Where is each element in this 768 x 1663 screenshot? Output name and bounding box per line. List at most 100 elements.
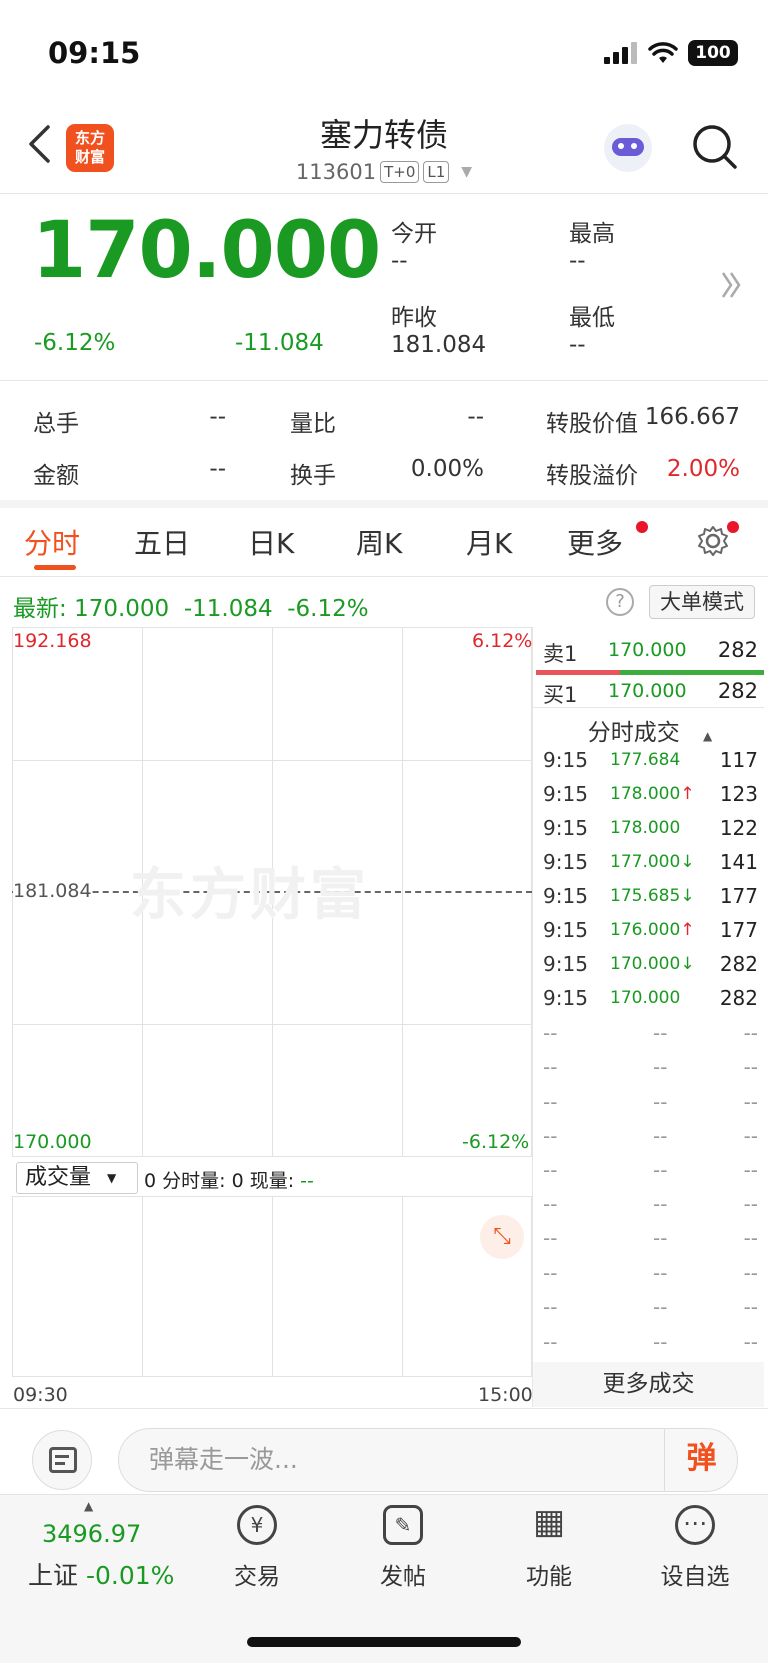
comment-list-icon[interactable] — [32, 1430, 92, 1490]
y-axis-top-pct: 6.12% — [472, 630, 533, 652]
tick-row-empty: -- -- -- — [543, 1090, 758, 1114]
index-name[interactable]: 上证 -0.01% — [28, 1556, 174, 1592]
tick-row: 9:15 177.000↓ 141 — [543, 850, 758, 874]
status-time: 09:15 — [48, 36, 141, 70]
status-icons: 100 — [604, 40, 738, 66]
trade-icon: ¥ — [237, 1505, 277, 1545]
dropdown-caret-icon: ▼ — [461, 164, 473, 180]
volume-info: 0 分时量: 0 现量: -- — [144, 1170, 314, 1192]
more-dots-icon: ⋯ — [675, 1505, 715, 1545]
tick-row: 9:15 176.000↑ 177 — [543, 918, 758, 942]
tick-row-empty: -- -- -- — [543, 1158, 758, 1182]
expand-quote-icon[interactable] — [720, 270, 742, 300]
active-tab-indicator — [34, 565, 76, 570]
high-label: 最高 — [569, 221, 615, 247]
tick-row-empty: -- -- -- — [543, 1295, 758, 1319]
amount-label: 金额 — [33, 463, 79, 489]
open-label: 今开 — [391, 221, 437, 247]
latest-quote-line: 最新: 170.000 -11.084 -6.12% — [13, 596, 369, 622]
y-axis-mid-label: 181.084 — [13, 880, 92, 902]
index-value[interactable]: 3496.97 — [42, 1520, 141, 1548]
conversion-premium-value: 2.00% — [666, 456, 740, 482]
robot-assistant-icon[interactable] — [604, 124, 652, 172]
prev-close-label: 昨收 — [391, 305, 437, 331]
bullet-comment-send-button[interactable]: 弹 — [664, 1428, 738, 1492]
tick-row: 9:15 175.685↓ 177 — [543, 884, 758, 908]
edit-post-icon: ✎ — [383, 1505, 423, 1545]
home-indicator — [247, 1637, 521, 1647]
prev-close-value: 181.084 — [391, 332, 487, 358]
dropdown-caret-icon: ▼ — [107, 1171, 117, 1185]
tick-row-empty: -- -- -- — [543, 1055, 758, 1079]
conversion-value-label: 转股价值 — [546, 411, 638, 437]
x-axis-end-label: 15:00 — [478, 1384, 533, 1406]
nav-add-watchlist[interactable]: ⋯ 设自选 — [640, 1505, 750, 1591]
tick-row-empty: -- -- -- — [543, 1261, 758, 1285]
y-axis-bottom-label: 170.000 — [13, 1131, 92, 1153]
tick-row-empty: -- -- -- — [543, 1192, 758, 1216]
change-amount: -11.084 — [235, 330, 324, 356]
amount-value: -- — [209, 456, 226, 482]
tab-five-day[interactable]: 五日 — [134, 522, 190, 562]
open-value: -- — [391, 248, 408, 274]
tick-row-empty: -- -- -- — [543, 1226, 758, 1250]
settings-gear-icon[interactable] — [696, 524, 730, 558]
tab-monthly-k[interactable]: 月K — [466, 522, 512, 562]
tab-more[interactable]: 更多 — [567, 522, 623, 562]
page-title: 塞力转债 — [319, 116, 448, 154]
bullet-comment-input[interactable]: 弹幕走一波... — [118, 1428, 738, 1492]
tick-row-empty: -- -- -- — [543, 1330, 758, 1354]
tick-row: 9:15 170.000 282 — [543, 986, 758, 1010]
tab-intraday[interactable]: 分时 — [24, 522, 80, 562]
tick-row: 9:15 177.684 117 — [543, 748, 758, 772]
volume-indicator-select[interactable]: 成交量 ▼ — [16, 1162, 138, 1194]
turnover-value: 0.00% — [410, 456, 484, 482]
security-code-row[interactable]: 113601 T+0 L1 ▼ — [0, 160, 768, 184]
watermark: 东方财富 — [130, 863, 370, 928]
tag-t0: T+0 — [380, 161, 420, 183]
conversion-value-value: 166.667 — [644, 404, 740, 430]
y-axis-top-label: 192.168 — [13, 630, 92, 652]
change-percent: -6.12% — [34, 330, 116, 356]
tick-trades-title[interactable]: 分时成交 ▲ — [536, 713, 764, 747]
index-up-caret-icon: ▲ — [84, 1499, 94, 1513]
tick-row: 9:15 178.000 122 — [543, 816, 758, 840]
orderbook-sell-1[interactable]: 卖1 170.000 282 — [543, 630, 758, 670]
battery-icon: 100 — [688, 40, 738, 66]
nav-trade[interactable]: ¥ 交易 — [202, 1505, 312, 1591]
grid-apps-icon: ▦ — [532, 1502, 566, 1542]
settings-notification-dot — [727, 521, 739, 533]
tick-row: 9:15 170.000↓ 282 — [543, 952, 758, 976]
tab-weekly-k[interactable]: 周K — [356, 522, 402, 562]
more-notification-dot — [636, 521, 648, 533]
total-volume-value: -- — [209, 404, 226, 430]
more-trades-button[interactable]: 更多成交 — [533, 1362, 764, 1407]
total-volume-label: 总手 — [33, 411, 79, 437]
y-axis-bottom-pct: -6.12% — [462, 1131, 530, 1153]
low-value: -- — [569, 332, 586, 358]
nav-post[interactable]: ✎ 发帖 — [348, 1505, 458, 1591]
security-code: 113601 — [295, 160, 377, 184]
turnover-label: 换手 — [290, 463, 336, 489]
conversion-premium-label: 转股溢价 — [546, 463, 638, 489]
x-axis-start-label: 09:30 — [13, 1384, 68, 1406]
tab-daily-k[interactable]: 日K — [248, 522, 294, 562]
volume-ratio-label: 量比 — [290, 411, 336, 437]
tag-l1: L1 — [423, 161, 450, 183]
low-label: 最低 — [569, 305, 615, 331]
tick-row: 9:15 178.000↑ 123 — [543, 782, 758, 806]
large-order-mode-button[interactable]: 大单模式 — [649, 585, 755, 619]
last-price: 170.000 — [32, 206, 381, 296]
tick-row-empty: -- -- -- — [543, 1021, 758, 1045]
orderbook-buy-1[interactable]: 买1 170.000 282 — [543, 671, 758, 711]
high-value: -- — [569, 248, 586, 274]
signal-icon — [604, 42, 637, 64]
help-icon[interactable]: ? — [606, 588, 634, 616]
tick-row-empty: -- -- -- — [543, 1124, 758, 1148]
nav-functions[interactable]: ▦ 功能 — [494, 1505, 604, 1591]
volume-ratio-value: -- — [467, 404, 484, 430]
fullscreen-expand-icon[interactable]: ⤡ — [480, 1215, 524, 1259]
search-icon[interactable] — [692, 124, 738, 170]
collapse-caret-icon: ▲ — [703, 729, 713, 743]
wifi-icon — [648, 42, 678, 63]
